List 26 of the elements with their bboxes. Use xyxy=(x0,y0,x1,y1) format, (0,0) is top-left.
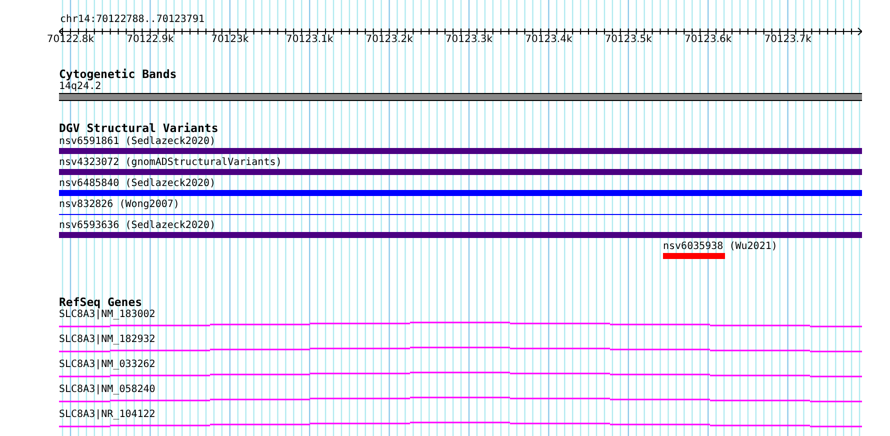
gene-label: SLC8A3|NM_183002 xyxy=(59,309,156,321)
position-label: chr14:70122788..70123791 xyxy=(60,14,204,26)
variant-label: nsv6485840 (Sedlazeck2020) xyxy=(59,177,216,190)
variant-label: nsv6593636 (Sedlazeck2020) xyxy=(59,219,216,232)
tick-label: 70123.5k xyxy=(604,34,652,46)
track-title: DGV Structural Variants xyxy=(59,122,220,135)
track-title: RefSeq Genes xyxy=(59,296,144,309)
variant-label: nsv6035938 (Wu2021) xyxy=(663,240,778,253)
variant-label: nsv832826 (Wong2007) xyxy=(59,198,180,211)
variant-label: nsv4323072 (gnomADStructuralVariants) xyxy=(59,156,282,169)
gene-label: SLC8A3|NM_058240 xyxy=(59,384,156,396)
tick-label: 70123.6k xyxy=(684,34,732,46)
band-label: 14q24.2 xyxy=(59,81,102,93)
tick-label: 70123.2k xyxy=(366,34,413,46)
variant-label: nsv6591861 (Sedlazeck2020) xyxy=(59,135,216,148)
tick-label: 70123k xyxy=(211,34,249,46)
gene-label: SLC8A3|NM_033262 xyxy=(59,359,156,371)
tick-label: 70123.4k xyxy=(525,34,572,46)
track-title: Cytogenetic Bands xyxy=(59,68,178,81)
tick-label: 70122.9k xyxy=(126,34,174,46)
gene-label: SLC8A3|NM_182932 xyxy=(59,334,156,346)
tick-label: 70123.7k xyxy=(764,34,812,46)
tick-label: 70123.1k xyxy=(286,34,334,46)
gene-label: SLC8A3|NR_104122 xyxy=(59,409,156,421)
tick-label: 70123.3k xyxy=(445,34,493,46)
tick-label: 70122.8k xyxy=(46,34,94,46)
